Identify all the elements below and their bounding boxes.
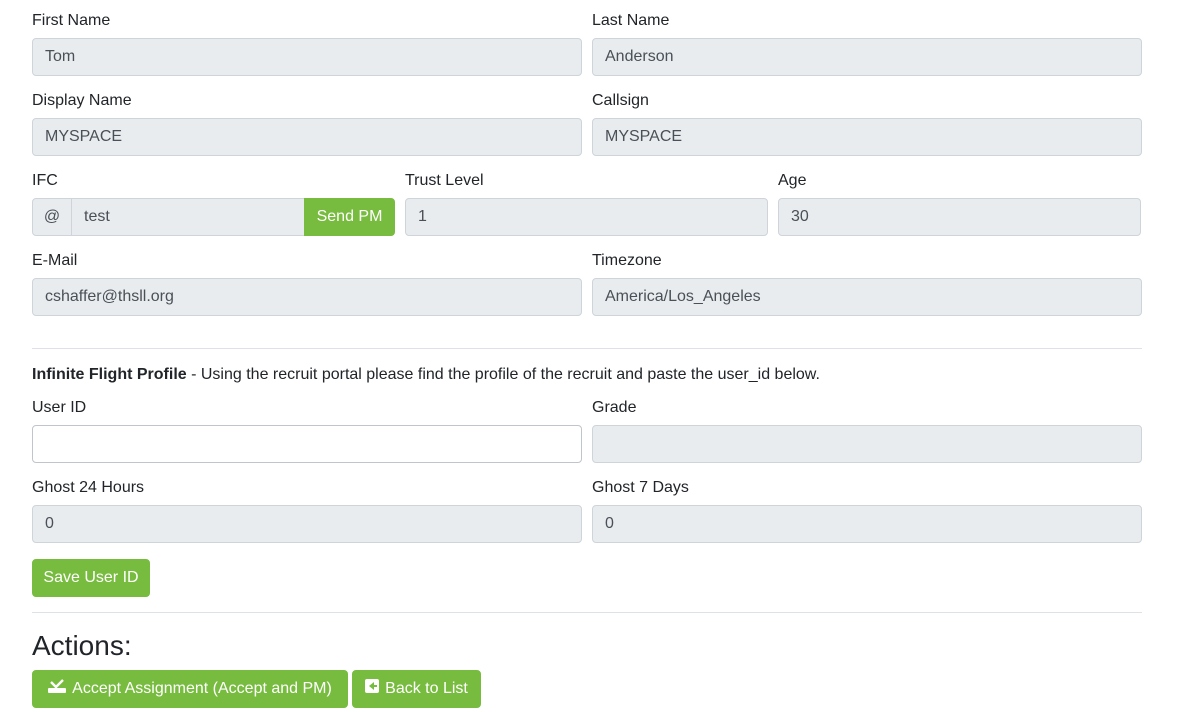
user-id-input[interactable] [32,425,582,463]
divider [32,348,1142,349]
display-name-field[interactable]: MYSPACE [32,118,582,156]
ifc-label: IFC [32,172,58,189]
email-field[interactable]: cshaffer@thsll.org [32,278,582,316]
grade-label: Grade [592,399,637,416]
ghost-7d-field[interactable]: 0 [592,505,1142,543]
ifc-username-field[interactable]: test [71,198,305,236]
actions-heading: Actions: [32,630,132,661]
first-name-label: First Name [32,12,111,29]
trust-level-field[interactable]: 1 [405,198,768,236]
first-name-field[interactable]: Tom [32,38,582,76]
user-id-label: User ID [32,399,87,416]
if-profile-title: Infinite Flight Profile [32,366,187,383]
grade-field[interactable] [592,425,1142,463]
back-to-list-label: Back to List [385,680,468,698]
if-profile-description: - Using the recruit portal please find t… [186,366,820,383]
accept-assignment-label: Accept Assignment (Accept and PM) [72,680,332,698]
trust-level-label: Trust Level [405,172,484,189]
divider [32,612,1142,613]
send-pm-button[interactable]: Send PM [304,198,395,236]
ghost-24h-field[interactable]: 0 [32,505,582,543]
last-name-label: Last Name [592,12,670,29]
last-name-field[interactable]: Anderson [592,38,1142,76]
ghost-7d-label: Ghost 7 Days [592,479,689,496]
timezone-field[interactable]: America/Los_Angeles [592,278,1142,316]
save-user-id-button[interactable]: Save User ID [32,559,150,597]
email-label: E-Mail [32,252,78,269]
display-name-label: Display Name [32,92,132,109]
callsign-field[interactable]: MYSPACE [592,118,1142,156]
ifc-at-prefix: @ [32,198,72,236]
timezone-label: Timezone [592,252,662,269]
callsign-label: Callsign [592,92,649,109]
age-label: Age [778,172,807,189]
if-profile-note: Infinite Flight Profile - Using the recr… [32,365,820,385]
accept-tray-icon [48,671,67,707]
accept-assignment-button[interactable]: Accept Assignment (Accept and PM) [32,670,348,708]
back-to-list-button[interactable]: Back to List [352,670,481,708]
ghost-24h-label: Ghost 24 Hours [32,479,145,496]
back-arrow-icon [365,671,380,707]
age-field[interactable]: 30 [778,198,1141,236]
